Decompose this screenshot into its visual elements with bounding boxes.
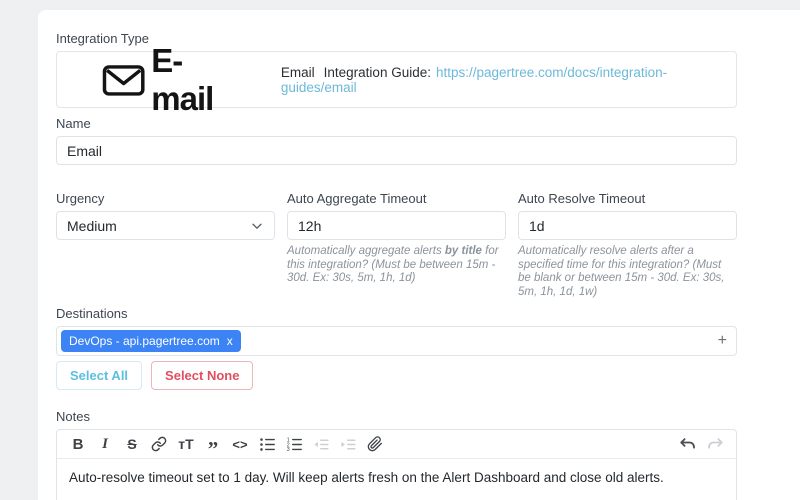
quote-icon: ” [208, 435, 219, 454]
email-logo: E-mail [101, 42, 243, 118]
urgency-column: Urgency Medium [56, 192, 275, 299]
envelope-icon [101, 60, 146, 100]
guide-label: Integration Guide: [324, 65, 431, 80]
paperclip-icon [367, 436, 383, 452]
urgency-select[interactable]: Medium [56, 211, 275, 240]
notes-toolbar: B I S тT ” <> [57, 430, 736, 459]
notes-editor: B I S тT ” <> [56, 429, 737, 500]
integration-type-box: E-mail EmailIntegration Guide:https://pa… [56, 51, 737, 108]
urgency-label: Urgency [56, 192, 275, 205]
undo-icon [679, 435, 697, 453]
notes-label: Notes [56, 410, 737, 423]
auto-resolve-label: Auto Resolve Timeout [518, 192, 737, 205]
auto-aggregate-column: Auto Aggregate Timeout Automatically agg… [287, 192, 506, 299]
name-input[interactable] [56, 136, 737, 165]
email-logo-text: E-mail [151, 42, 243, 118]
auto-aggregate-help-pre: Automatically aggregate alerts [287, 245, 445, 257]
italic-button[interactable]: I [94, 431, 116, 457]
add-destination-icon[interactable]: + [718, 333, 727, 349]
indent-icon [340, 436, 357, 453]
destination-buttons: Select All Select None [56, 361, 737, 390]
outdent-button[interactable] [310, 431, 332, 457]
redo-button[interactable] [704, 431, 726, 457]
undo-button[interactable] [677, 431, 699, 457]
auto-aggregate-help: Automatically aggregate alerts by title … [287, 245, 506, 286]
strikethrough-icon: S [127, 436, 136, 452]
code-icon: <> [232, 437, 247, 452]
auto-resolve-help: Automatically resolve alerts after a spe… [518, 245, 737, 299]
timeouts-row: Urgency Medium Auto Aggregate Timeout Au… [56, 192, 737, 299]
bold-icon: B [73, 436, 84, 453]
destination-tag-label: DevOps - api.pagertree.com [69, 335, 220, 347]
heading-icon: тT [178, 436, 193, 452]
auto-aggregate-help-bold: by title [445, 245, 482, 257]
destinations-label: Destinations [56, 307, 737, 320]
auto-resolve-column: Auto Resolve Timeout Automatically resol… [518, 192, 737, 299]
name-label: Name [56, 117, 737, 130]
redo-icon [706, 435, 724, 453]
bullet-list-button[interactable] [256, 431, 278, 457]
bullet-list-icon [259, 436, 276, 453]
urgency-selected-value: Medium [67, 218, 117, 234]
auto-aggregate-input[interactable] [287, 211, 506, 240]
link-button[interactable] [148, 431, 170, 457]
guide-integration-name: Email [281, 65, 315, 80]
auto-resolve-input[interactable] [518, 211, 737, 240]
indent-button[interactable] [337, 431, 359, 457]
strikethrough-button[interactable]: S [121, 431, 143, 457]
destinations-field[interactable]: DevOps - api.pagertree.com x + [56, 326, 737, 356]
number-list-button[interactable]: 1 2 3 [283, 431, 305, 457]
select-all-button[interactable]: Select All [56, 361, 142, 390]
name-section: Name [56, 117, 737, 165]
heading-button[interactable]: тT [175, 431, 197, 457]
svg-text:3: 3 [286, 447, 289, 453]
number-list-icon: 1 2 3 [286, 436, 303, 453]
remove-destination-button[interactable]: x [227, 335, 233, 347]
link-icon [151, 436, 167, 452]
notes-content[interactable]: Auto-resolve timeout set to 1 day. Will … [57, 459, 736, 500]
auto-aggregate-label: Auto Aggregate Timeout [287, 192, 506, 205]
attach-file-button[interactable] [364, 431, 386, 457]
bold-button[interactable]: B [67, 431, 89, 457]
chevron-down-icon [250, 219, 264, 233]
destination-tag[interactable]: DevOps - api.pagertree.com x [61, 330, 241, 352]
integration-settings-card: Integration Type E-mail EmailIntegration… [38, 10, 800, 500]
select-none-button[interactable]: Select None [151, 361, 253, 390]
quote-button[interactable]: ” [202, 431, 224, 457]
code-button[interactable]: <> [229, 431, 251, 457]
form-content: Integration Type E-mail EmailIntegration… [38, 10, 737, 500]
integration-guide: EmailIntegration Guide:https://pagertree… [281, 65, 736, 95]
italic-icon: I [102, 436, 108, 453]
outdent-icon [313, 436, 330, 453]
